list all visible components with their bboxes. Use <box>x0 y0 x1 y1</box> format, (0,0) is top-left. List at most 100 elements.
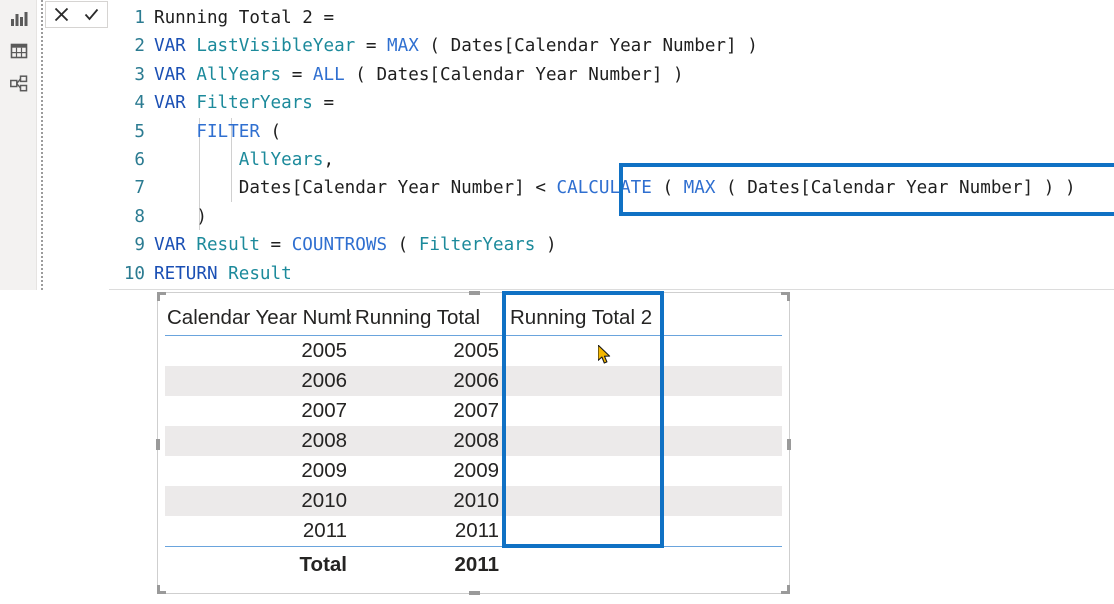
code-line-1[interactable]: 1 Running Total 2 = <box>109 4 1114 32</box>
code-line-9[interactable]: 9 VAR Result = COUNTROWS ( FilterYears ) <box>109 231 1114 259</box>
line-number: 5 <box>134 121 145 142</box>
app-root: 1 Running Total 2 = 2 VAR LastVisibleYear =… <box>0 0 1114 604</box>
total-label: Total <box>299 552 347 576</box>
resize-handle-bottom-right[interactable] <box>781 585 790 594</box>
code-token: ) <box>535 235 557 256</box>
cell-calendar-year-number: 2008 <box>301 429 347 452</box>
code-token: ( <box>651 178 684 199</box>
line-number: 2 <box>134 36 145 57</box>
resize-handle-right-middle[interactable] <box>787 439 791 450</box>
code-token: , <box>323 149 335 170</box>
code-token: VAR <box>154 36 197 57</box>
cell-running-total: 2011 <box>454 519 499 542</box>
code-token: = <box>259 235 292 256</box>
code-token: MAX <box>683 178 716 199</box>
code-token: ( Dates[Calendar Year Number] ) ) <box>715 178 1076 199</box>
cell-running-total: 2006 <box>453 369 499 392</box>
code-token: FILTER <box>196 121 260 142</box>
resize-handle-left-middle[interactable] <box>156 439 160 450</box>
code-token: = <box>281 64 313 85</box>
table-row[interactable]: 2011 2011 <box>165 516 782 546</box>
code-line-8[interactable]: 8 ) <box>109 203 1114 231</box>
cell-calendar-year-number: 2006 <box>301 369 347 392</box>
code-token: VAR <box>154 64 197 85</box>
code-token: < <box>524 178 557 199</box>
code-line-5[interactable]: 5 FILTER ( <box>109 118 1114 146</box>
table-row[interactable]: 2009 2009 <box>165 456 782 486</box>
cell-running-total: 2010 <box>453 489 499 512</box>
line-number: 10 <box>123 263 145 284</box>
line-number: 1 <box>134 8 145 28</box>
line-number: 9 <box>134 235 145 256</box>
line-number: 4 <box>134 93 145 114</box>
line-number: 7 <box>134 178 145 199</box>
code-token: FilterYears <box>418 235 536 256</box>
column-header-running-total-2[interactable]: Running Total 2 <box>502 306 657 335</box>
table-row[interactable]: 2005 2005 <box>165 336 782 366</box>
line-number: 3 <box>134 64 145 85</box>
table-row[interactable]: 2007 2007 <box>165 396 782 426</box>
code-token: Result <box>228 263 292 284</box>
line-number: 6 <box>134 149 145 170</box>
code-line-7[interactable]: 7 Dates[Calendar Year Number] < CALCULAT… <box>109 174 1114 202</box>
code-token: CALCULATE <box>556 178 652 199</box>
code-token: ( <box>387 235 419 256</box>
code-token: ( <box>259 121 282 142</box>
code-token: = <box>355 36 388 57</box>
table-row[interactable]: 2010 2010 <box>165 486 782 516</box>
code-line-6[interactable]: 6 AllYears, <box>109 146 1114 174</box>
code-line-2[interactable]: 2 VAR LastVisibleYear = MAX ( Dates[Calen… <box>109 32 1114 60</box>
code-token: Dates[Calendar Year Number] <box>154 178 525 199</box>
code-token: Result <box>196 235 260 256</box>
table-icon <box>10 42 28 60</box>
code-lines: 1 Running Total 2 = 2 VAR LastVisibleYear =… <box>109 4 1114 288</box>
resize-handle-bottom-center[interactable] <box>469 591 480 595</box>
code-token: ( Dates[Calendar Year Number] ) <box>418 36 758 57</box>
code-token: RETURN <box>154 263 229 284</box>
code-token: = <box>312 93 335 114</box>
code-token: VAR <box>154 93 197 114</box>
relationships-icon <box>10 75 28 93</box>
code-token: FilterYears <box>196 93 313 114</box>
code-token: MAX <box>387 36 419 57</box>
total-running-total: 2011 <box>454 552 499 576</box>
code-token: LastVisibleYear <box>196 36 356 57</box>
table-total-row: Total 2011 <box>165 546 782 582</box>
code-token: ) <box>154 206 207 227</box>
code-line-10[interactable]: 10 RETURN Result <box>109 260 1114 288</box>
check-icon <box>83 6 100 23</box>
resize-handle-top-center[interactable] <box>469 291 480 295</box>
code-token: VAR <box>154 235 197 256</box>
cell-calendar-year-number: 2005 <box>301 339 347 362</box>
cell-calendar-year-number: 2007 <box>301 399 347 422</box>
report-canvas: Calendar Year Number Running Total Runni… <box>0 290 1114 604</box>
close-icon <box>53 6 70 23</box>
cell-running-total: 2008 <box>453 429 499 452</box>
data-view-button[interactable] <box>8 40 30 62</box>
code-token: AllYears <box>196 64 282 85</box>
model-view-button[interactable] <box>8 73 30 95</box>
report-view-button[interactable] <box>8 8 30 30</box>
code-token: Running Total 2 = <box>154 8 335 28</box>
table-header-row: Calendar Year Number Running Total Runni… <box>165 296 782 336</box>
resize-handle-top-right[interactable] <box>781 292 790 301</box>
code-line-4[interactable]: 4 VAR FilterYears = <box>109 89 1114 117</box>
code-line-3[interactable]: 3 VAR AllYears = ALL ( Dates[Calendar Yea… <box>109 61 1114 89</box>
code-token: ALL <box>312 64 345 85</box>
table-visual[interactable]: Calendar Year Number Running Total Runni… <box>165 296 782 588</box>
table-row[interactable]: 2008 2008 <box>165 426 782 456</box>
dax-formula-editor[interactable]: 1 Running Total 2 = 2 VAR LastVisibleYear =… <box>109 0 1114 290</box>
code-token: AllYears <box>238 149 324 170</box>
column-header-running-total[interactable]: Running Total <box>351 306 502 335</box>
cell-calendar-year-number: 2010 <box>301 489 347 512</box>
commit-formula-button[interactable] <box>79 3 105 27</box>
cancel-formula-button[interactable] <box>48 3 74 27</box>
table-row[interactable]: 2006 2006 <box>165 366 782 396</box>
cell-calendar-year-number: 2011 <box>302 519 347 542</box>
cell-running-total: 2007 <box>453 399 499 422</box>
column-header-calendar-year-number[interactable]: Calendar Year Number <box>165 306 351 335</box>
cell-calendar-year-number: 2009 <box>301 459 347 482</box>
code-token: COUNTROWS <box>291 235 388 256</box>
